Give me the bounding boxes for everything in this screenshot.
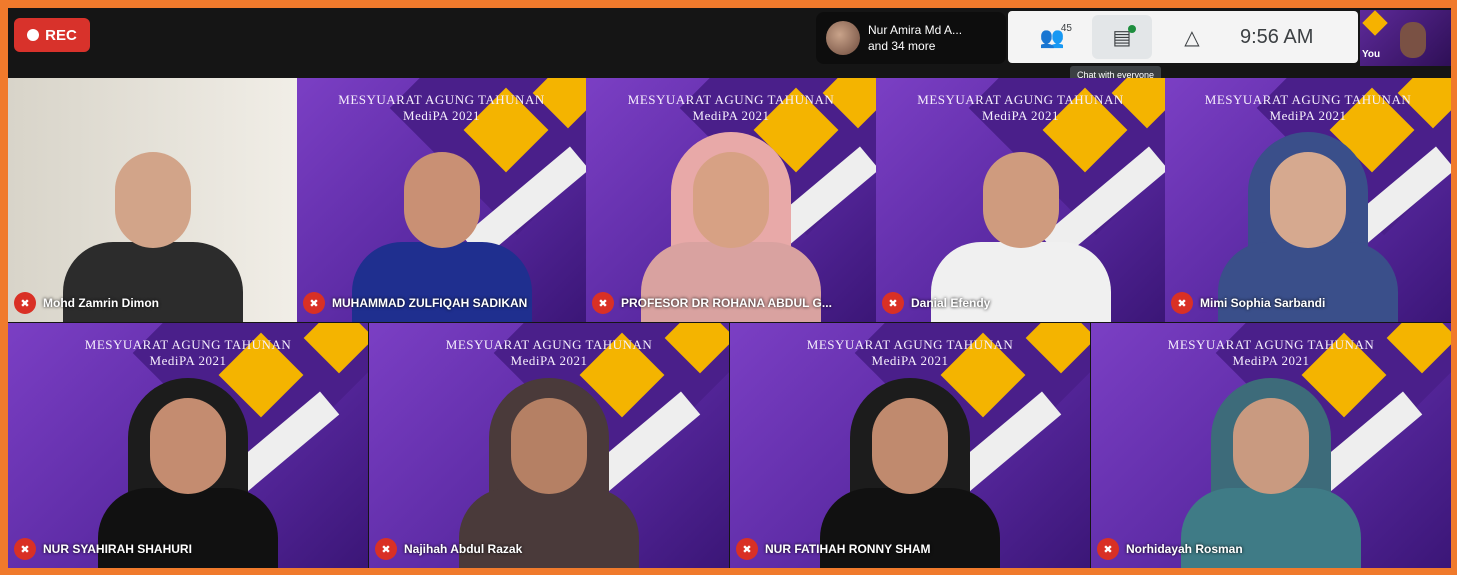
activities-button[interactable]: △ (1162, 15, 1222, 59)
participant-name: MUHAMMAD ZULFIQAH SADIKAN (332, 296, 528, 310)
recording-badge: REC (14, 18, 90, 52)
participant-face (403, 152, 480, 248)
participant-namebar: ✖ Mohd Zamrin Dimon (14, 292, 159, 314)
participant-namebar: ✖ NUR SYAHIRAH SHAHURI (14, 538, 192, 560)
participant-name: Danial Efendy (911, 296, 991, 310)
participant-name: NUR SYAHIRAH SHAHURI (43, 542, 192, 556)
participant-name: Mimi Sophia Sarbandi (1200, 296, 1326, 310)
participant-video (921, 102, 1121, 322)
rec-label: REC (45, 26, 77, 44)
activities-icon: △ (1184, 26, 1200, 49)
mic-off-icon: ✖ (303, 292, 325, 314)
participant-face (511, 398, 587, 494)
participant-namebar: ✖ NUR FATIHAH RONNY SHAM (736, 538, 931, 560)
participant-tile[interactable]: ✖ Mohd Zamrin Dimon (8, 78, 297, 322)
participant-tile[interactable]: MESYUARAT AGUNG TAHUNAN MediPA 2021 ✖ Dania… (876, 78, 1165, 322)
participant-name: NUR FATIHAH RONNY SHAM (765, 542, 931, 556)
participant-face (693, 152, 769, 248)
meeting-controls: 👥 45 ▤ △ 9:56 AM (1008, 11, 1358, 63)
participant-namebar: ✖ PROFESOR DR ROHANA ABDUL G... (592, 292, 832, 314)
joined-notification[interactable]: Nur Amira Md A... and 34 more (816, 12, 1006, 64)
participant-video (1208, 102, 1408, 322)
mic-off-icon: ✖ (592, 292, 614, 314)
mic-off-icon: ✖ (882, 292, 904, 314)
participant-tile[interactable]: MESYUARAT AGUNG TAHUNAN MediPA 2021 ✖ NUR F… (730, 323, 1090, 568)
participant-face (872, 398, 948, 494)
mic-off-icon: ✖ (14, 292, 36, 314)
participant-face (114, 152, 191, 248)
participant-video (449, 348, 649, 568)
participant-name: Najihah Abdul Razak (404, 542, 523, 556)
people-count: 45 (1060, 23, 1072, 34)
mic-off-icon: ✖ (1097, 538, 1119, 560)
participant-video (53, 102, 253, 322)
avatar (826, 21, 860, 55)
clock: 9:56 AM (1240, 25, 1314, 48)
joined-name: Nur Amira Md A... (868, 23, 963, 37)
self-label: You (1362, 49, 1381, 60)
participant-name: Norhidayah Rosman (1126, 542, 1243, 556)
participant-face (982, 152, 1059, 248)
participant-tile[interactable]: MESYUARAT AGUNG TAHUNAN MediPA 2021 ✖ Norhi… (1091, 323, 1451, 568)
participant-name: PROFESOR DR ROHANA ABDUL G... (621, 296, 832, 310)
joined-more: and 34 more (868, 39, 936, 53)
participant-tile[interactable]: MESYUARAT AGUNG TAHUNAN MediPA 2021 ✖ MUHAM… (297, 78, 586, 322)
participant-video (810, 348, 1010, 568)
participant-namebar: ✖ Norhidayah Rosman (1097, 538, 1243, 560)
participant-tile[interactable]: MESYUARAT AGUNG TAHUNAN MediPA 2021 ✖ NUR S… (8, 323, 368, 568)
participant-namebar: ✖ Mimi Sophia Sarbandi (1171, 292, 1325, 314)
participant-face (1233, 398, 1309, 494)
record-dot-icon (27, 29, 40, 41)
mic-off-icon: ✖ (1171, 292, 1193, 314)
meeting-window: REC Nur Amira Md A... and 34 more 👥 45 ▤… (8, 8, 1451, 568)
participant-video (88, 348, 288, 568)
chat-button[interactable]: ▤ (1092, 15, 1152, 59)
mic-off-icon: ✖ (375, 538, 397, 560)
participant-face (1270, 152, 1346, 248)
participant-namebar: ✖ MUHAMMAD ZULFIQAH SADIKAN (303, 292, 527, 314)
chat-notification-dot (1128, 25, 1136, 33)
participant-tile[interactable]: MESYUARAT AGUNG TAHUNAN MediPA 2021 ✖ Najih… (369, 323, 729, 568)
participant-video (631, 102, 831, 322)
participant-video (1171, 348, 1371, 568)
participant-video (342, 102, 542, 322)
top-bar: REC Nur Amira Md A... and 34 more 👥 45 ▤… (8, 8, 1451, 84)
participant-namebar: ✖ Danial Efendy (882, 292, 990, 314)
participant-tile[interactable]: MESYUARAT AGUNG TAHUNAN MediPA 2021 ✖ PROFE… (586, 78, 876, 322)
background-shape (1362, 10, 1388, 36)
participant-namebar: ✖ Najihah Abdul Razak (375, 538, 522, 560)
participant-name: Mohd Zamrin Dimon (43, 296, 159, 310)
self-video (1400, 22, 1426, 58)
participant-grid: ✖ Mohd Zamrin Dimon MESYUARAT AGUNG TAHUNA… (8, 78, 1451, 568)
self-view-tile[interactable]: You (1360, 10, 1451, 66)
participant-face (150, 398, 226, 494)
participant-tile[interactable]: MESYUARAT AGUNG TAHUNAN MediPA 2021 ✖ Mimi … (1165, 78, 1451, 322)
mic-off-icon: ✖ (14, 538, 36, 560)
mic-off-icon: ✖ (736, 538, 758, 560)
people-button[interactable]: 👥 45 (1022, 15, 1082, 59)
